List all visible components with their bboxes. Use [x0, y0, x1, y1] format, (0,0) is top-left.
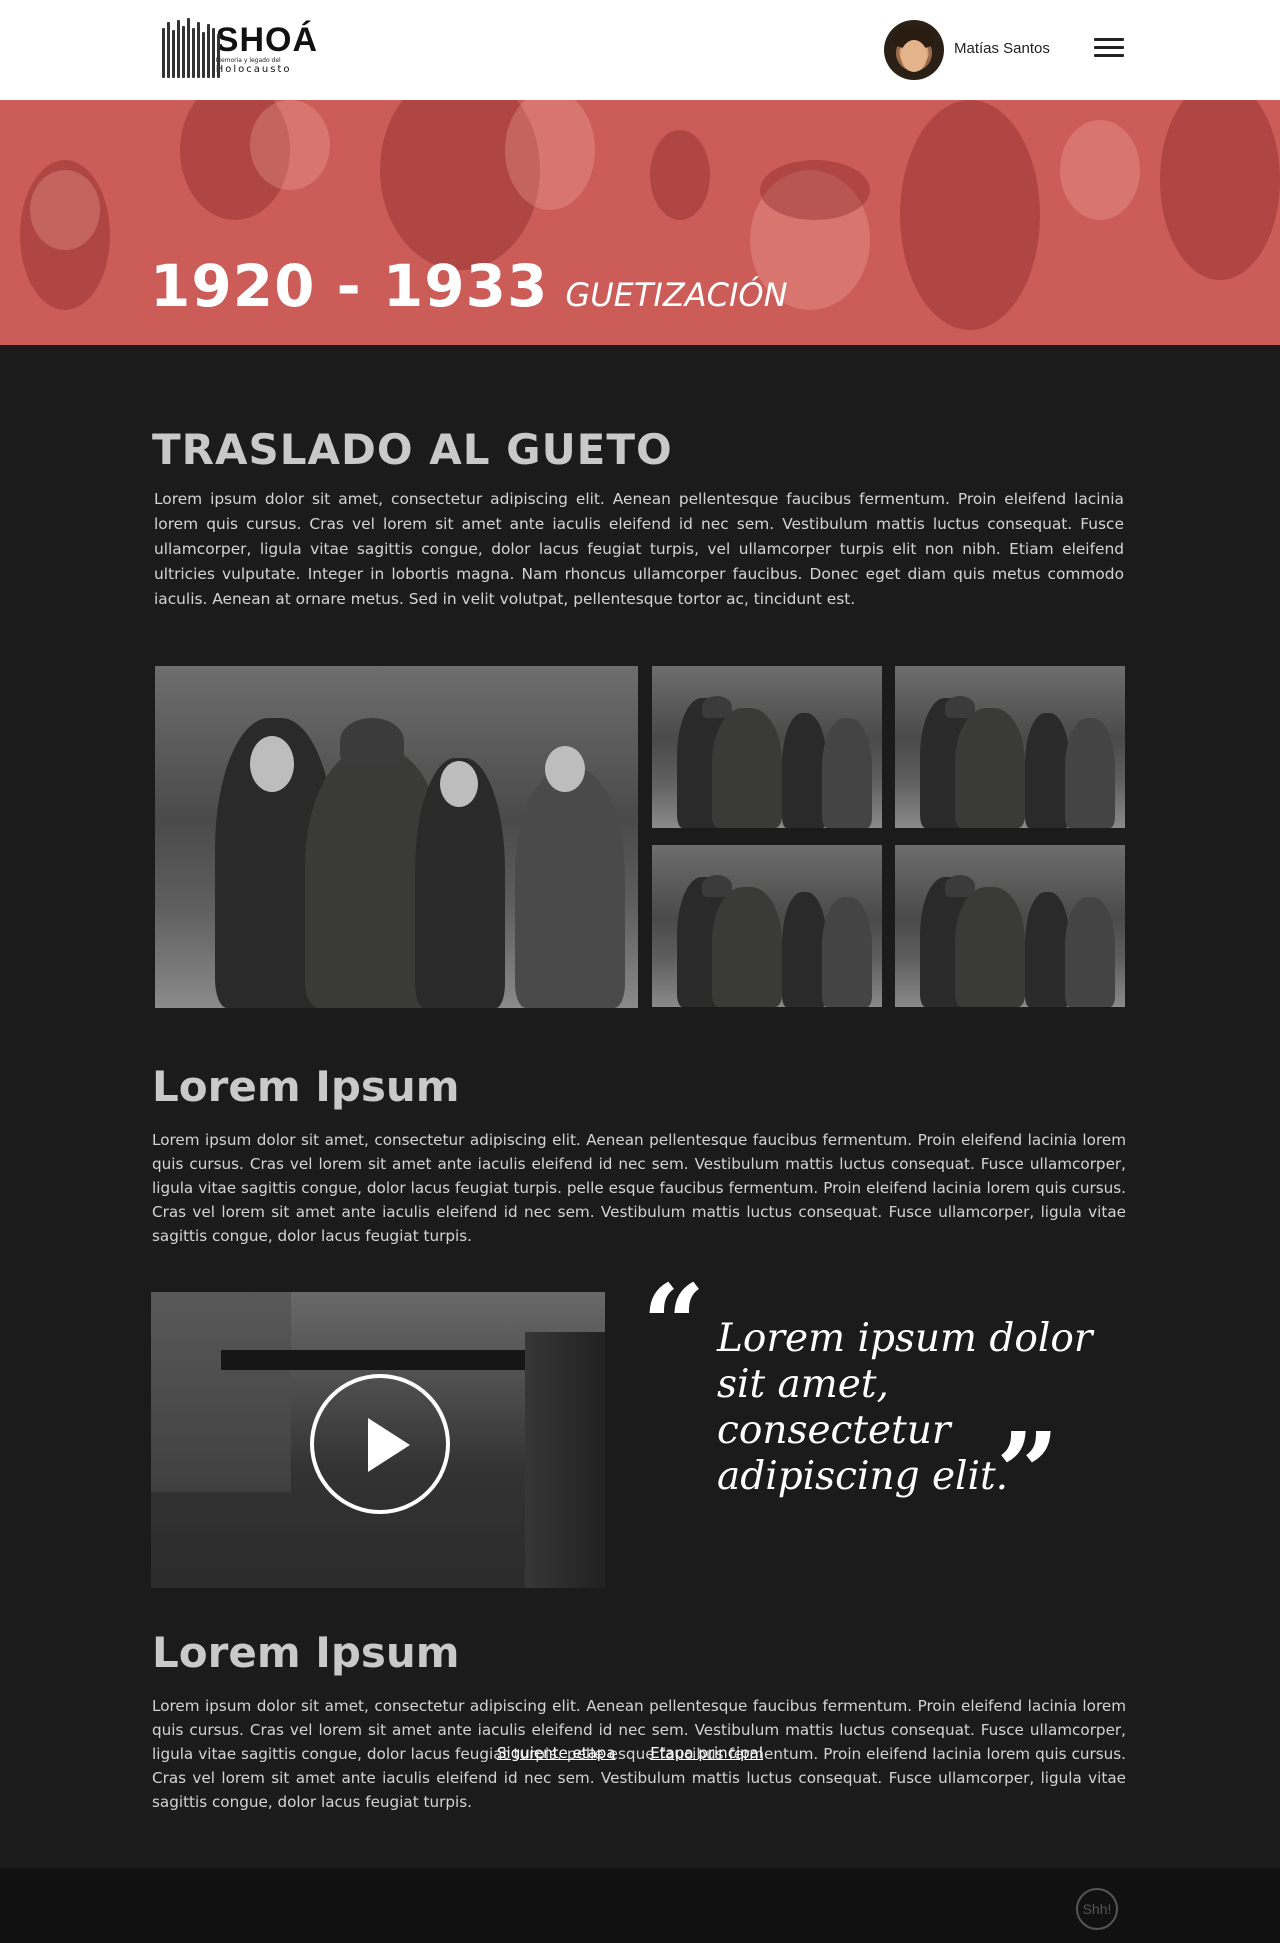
next-stage-link[interactable]: Siguiente etapa: [497, 1744, 616, 1762]
gallery-thumb-3[interactable]: [652, 845, 882, 1007]
shoa-logo[interactable]: SHOÁ Memoria y legado del Holocausto: [158, 16, 318, 82]
user-avatar[interactable]: [884, 20, 944, 80]
logo-tagline-2: Holocausto: [215, 63, 292, 75]
main-stage-link[interactable]: Etapa principal: [650, 1744, 763, 1762]
hamburger-menu-icon[interactable]: [1094, 38, 1124, 60]
logo-tagline: Memoria y legado del: [215, 56, 281, 64]
section-title-2: Lorem Ipsum: [152, 1062, 460, 1111]
user-name[interactable]: Matías Santos: [954, 40, 1050, 57]
logo-figures-icon: [158, 16, 220, 82]
hero-banner: 1920 - 1933 GUETIZACIÓN: [0, 100, 1280, 345]
section-title-3: Lorem Ipsum: [152, 1628, 460, 1677]
site-footer: Shh!: [0, 1868, 1280, 1943]
gallery-thumb-2[interactable]: [895, 666, 1125, 828]
hero-years: 1920 - 1933: [150, 252, 549, 320]
quote-close-icon: ”: [996, 1408, 1060, 1537]
play-icon[interactable]: [310, 1374, 450, 1514]
gallery-thumb-1[interactable]: [652, 666, 882, 828]
section2-paragraph: Lorem ipsum dolor sit amet, consectetur …: [152, 1131, 1126, 1245]
gallery-main-photo[interactable]: [155, 666, 638, 1008]
site-header: SHOÁ Memoria y legado del Holocausto Mat…: [0, 0, 1280, 100]
section1-paragraph: Lorem ipsum dolor sit amet, consectetur …: [154, 490, 1124, 608]
video-player[interactable]: [151, 1292, 605, 1588]
hero-title: 1920 - 1933 GUETIZACIÓN: [150, 252, 788, 320]
pull-quote: Lorem ipsum dolor sit amet, consectetur …: [717, 1316, 1093, 1499]
footer-logo[interactable]: Shh!: [1076, 1888, 1118, 1930]
quote-open-icon: “: [642, 1260, 706, 1389]
section-title-traslado: TRASLADO AL GUETO: [152, 425, 673, 474]
gallery-thumb-4[interactable]: [895, 845, 1125, 1007]
logo-title: SHOÁ: [215, 20, 318, 59]
stage-navigation: Siguiente etapa Etapa principal: [497, 1744, 793, 1762]
hero-stage: GUETIZACIÓN: [565, 276, 788, 314]
